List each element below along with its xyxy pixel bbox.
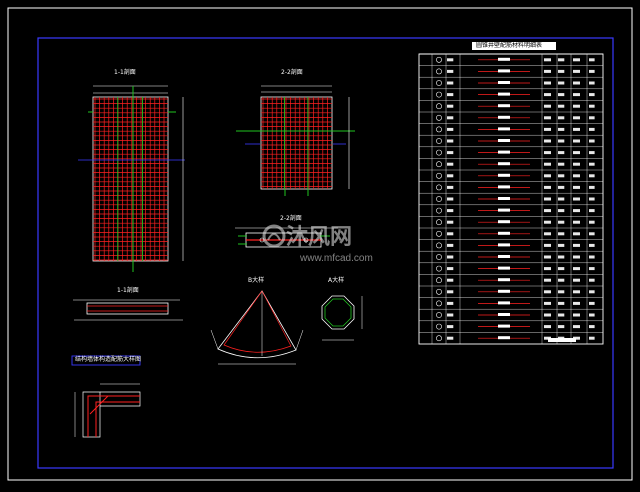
materials-table [418, 42, 604, 345]
view-2-title: 2-2剖面 [281, 69, 303, 76]
view-2-panel [236, 85, 355, 196]
section-1-1-title: 1-1剖面 [117, 287, 139, 294]
table-grid [419, 54, 603, 344]
detail-b-wedge [210, 290, 304, 365]
rebar-mesh-2 [261, 97, 332, 189]
view-1-panel [78, 85, 185, 272]
view-1-title: 1-1剖面 [114, 69, 136, 76]
watermark-text: 沐风网 [286, 224, 353, 249]
corner-detail-title: 结构墙体构造配筋大样图 [75, 356, 142, 363]
detail-a-title: A大样 [328, 277, 345, 284]
corner-detail [71, 355, 141, 438]
detail-b-title: B大样 [248, 277, 265, 284]
detail-a-octagon [321, 295, 363, 341]
watermark-url: www.mfcad.com [300, 253, 373, 264]
section-1-1-band [73, 299, 183, 321]
view-3-title: 2-2剖面 [280, 215, 302, 222]
rebar-mesh-1 [93, 97, 168, 261]
watermark-logo-icon [262, 224, 286, 248]
table-title: 圆锥井壁配筋材料明细表 [476, 42, 543, 49]
